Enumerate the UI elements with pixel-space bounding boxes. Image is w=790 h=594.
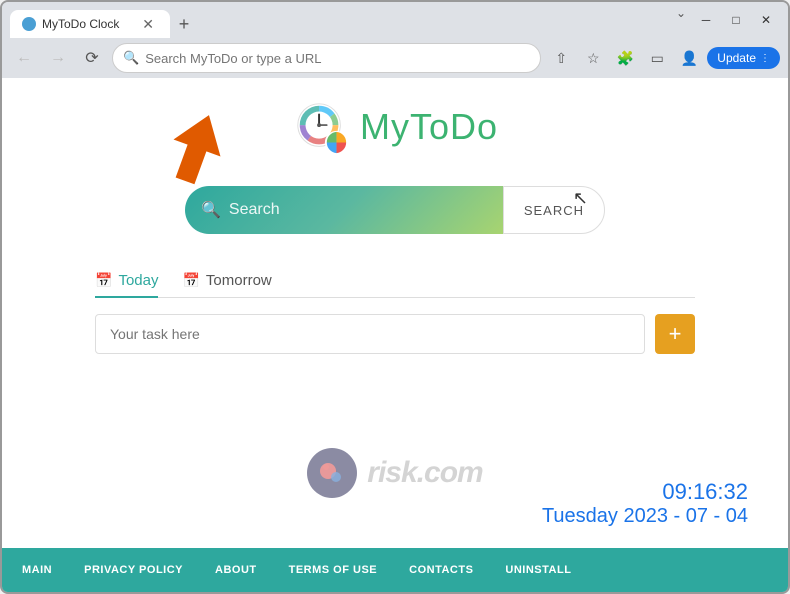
search-icon: 🔍 bbox=[201, 200, 221, 220]
update-button[interactable]: Update ⋮ bbox=[707, 47, 780, 69]
tab-close-btn[interactable]: ✕ bbox=[138, 14, 158, 35]
browser-tab[interactable]: MyToDo Clock ✕ bbox=[10, 10, 170, 38]
tab-today-label: Today bbox=[118, 272, 158, 289]
footer-about[interactable]: ABOUT bbox=[199, 564, 273, 576]
footer-terms[interactable]: TERMS OF USE bbox=[273, 564, 394, 576]
maximize-button[interactable]: □ bbox=[722, 6, 750, 34]
tabs-area: 📅 Today 📅 Tomorrow bbox=[55, 264, 735, 298]
tab-favicon bbox=[22, 17, 36, 31]
cursor: ↖ bbox=[573, 188, 588, 209]
footer-contacts[interactable]: CONTACTS bbox=[393, 564, 489, 576]
logo-area: MyToDo bbox=[292, 98, 498, 156]
calendar-icon-tomorrow: 📅 bbox=[182, 272, 199, 289]
task-input[interactable] bbox=[95, 314, 645, 354]
tab-area: MyToDo Clock ✕ + bbox=[10, 2, 664, 38]
clock-area: 09:16:32 Tuesday 2023 - 07 - 04 bbox=[2, 469, 788, 548]
forward-button[interactable]: → bbox=[44, 44, 72, 72]
browser-frame: MyToDo Clock ✕ + ⌄ ─ □ ✕ ← → ⟳ 🔍 ⇧ ☆ 🧩 ▭… bbox=[0, 0, 790, 594]
add-task-button[interactable]: + bbox=[655, 314, 695, 354]
browser-toolbar: ← → ⟳ 🔍 ⇧ ☆ 🧩 ▭ 👤 Update ⋮ bbox=[2, 38, 788, 78]
tab-today[interactable]: 📅 Today bbox=[95, 264, 158, 297]
address-input[interactable] bbox=[145, 51, 530, 66]
update-label: Update bbox=[717, 51, 756, 65]
search-button[interactable]: SEARCH bbox=[503, 186, 605, 234]
tab-row: 📅 Today 📅 Tomorrow bbox=[95, 264, 695, 298]
footer-privacy[interactable]: PRIVACY POLICY bbox=[68, 564, 199, 576]
page-content: MyToDo 🔍 SEARCH 📅 Today 📅 bbox=[2, 78, 788, 548]
profile-icon[interactable]: 👤 bbox=[675, 44, 703, 72]
bookmark-icon[interactable]: ☆ bbox=[579, 44, 607, 72]
tab-tomorrow-label: Tomorrow bbox=[206, 272, 272, 289]
search-bar: 🔍 SEARCH bbox=[185, 186, 605, 234]
arrow-icon bbox=[157, 108, 237, 188]
back-button[interactable]: ← bbox=[10, 44, 38, 72]
sidebar-icon[interactable]: ▭ bbox=[643, 44, 671, 72]
reload-button[interactable]: ⟳ bbox=[78, 44, 106, 72]
clock-time: 09:16:32 bbox=[2, 479, 748, 505]
tab-title: MyToDo Clock bbox=[42, 17, 119, 31]
footer-main[interactable]: MAIN bbox=[22, 564, 68, 576]
app-area: MyToDo 🔍 SEARCH 📅 Today 📅 bbox=[2, 78, 788, 548]
browser-titlebar: MyToDo Clock ✕ + ⌄ ─ □ ✕ bbox=[2, 2, 788, 38]
minimize-button[interactable]: ─ bbox=[692, 6, 720, 34]
extensions-icon[interactable]: 🧩 bbox=[611, 44, 639, 72]
update-chevron: ⋮ bbox=[760, 53, 770, 64]
search-input-area[interactable]: 🔍 bbox=[185, 186, 503, 234]
tab-tomorrow[interactable]: 📅 Tomorrow bbox=[182, 264, 271, 297]
arrow-annotation bbox=[157, 108, 237, 193]
app-name: MyToDo bbox=[360, 106, 498, 148]
search-input[interactable] bbox=[229, 201, 487, 219]
new-tab-button[interactable]: + bbox=[170, 10, 198, 38]
clock-date: Tuesday 2023 - 07 - 04 bbox=[2, 505, 748, 528]
task-area: + bbox=[55, 298, 735, 370]
calendar-icon-today: 📅 bbox=[95, 272, 112, 289]
chevron-icon: ⌄ bbox=[676, 6, 686, 34]
app-logo bbox=[292, 98, 350, 156]
footer: MAIN PRIVACY POLICY ABOUT TERMS OF USE C… bbox=[2, 548, 788, 592]
share-icon[interactable]: ⇧ bbox=[547, 44, 575, 72]
close-button[interactable]: ✕ bbox=[752, 6, 780, 34]
search-icon: 🔍 bbox=[123, 50, 139, 66]
window-controls: ⌄ ─ □ ✕ bbox=[676, 6, 780, 34]
toolbar-actions: ⇧ ☆ 🧩 ▭ 👤 Update ⋮ bbox=[547, 44, 780, 72]
address-bar[interactable]: 🔍 bbox=[112, 43, 541, 73]
footer-uninstall[interactable]: UNINSTALL bbox=[489, 564, 587, 576]
